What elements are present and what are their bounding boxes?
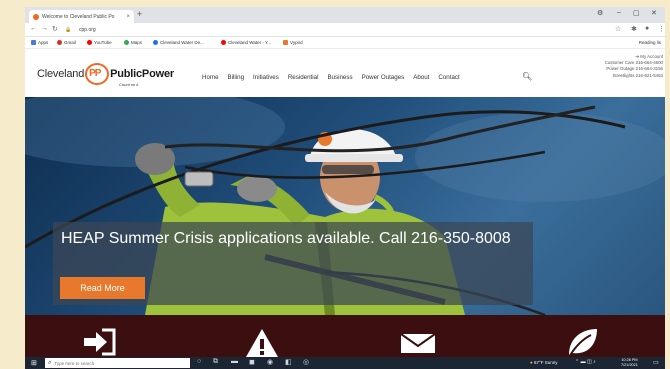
maximize-button[interactable]: ▢ <box>633 9 640 17</box>
read-more-button[interactable]: Read More <box>60 277 145 299</box>
logo-pp-mark: PP <box>85 63 110 85</box>
logo-cleveland: Cleveland <box>37 68 85 80</box>
maps-icon <box>124 40 129 45</box>
site-favicon-icon <box>33 13 39 20</box>
minimize-button[interactable]: – <box>617 9 621 16</box>
envelope-icon[interactable] <box>400 327 436 353</box>
bookmark-maps[interactable]: Maps <box>124 40 142 45</box>
youtube-icon <box>87 40 92 45</box>
sign-in-icon[interactable] <box>82 327 116 357</box>
taskbar-search-input[interactable] <box>54 360 175 366</box>
site-logo[interactable]: Cleveland PP PublicPower Count on it <box>37 63 174 87</box>
extension-icon[interactable]: ✱ <box>631 25 637 33</box>
logo-pp-letters: PP <box>89 68 101 79</box>
file-explorer-icon[interactable]: ▬ <box>231 358 238 365</box>
contact-info: ➜ My Account Customer Care 216-664-4600 … <box>605 54 663 79</box>
new-tab-button[interactable]: + <box>137 10 142 19</box>
site-header: Cleveland PP PublicPower Count on it Hom… <box>25 49 665 97</box>
store-icon[interactable]: ◧ <box>285 358 292 366</box>
teams-icon[interactable]: ◼ <box>249 358 255 366</box>
gmail-icon <box>57 40 62 45</box>
logo-tagline: Count on it <box>119 82 139 87</box>
chrome-icon[interactable]: ◎ <box>303 358 309 366</box>
bookmark-youtube[interactable]: YouTube <box>87 40 112 45</box>
system-tray[interactable]: ⌃ ▬ ◫ ♪ <box>575 359 596 365</box>
lock-icon: 🔒 <box>65 27 72 33</box>
announcement-banner: HEAP Summer Crisis applications availabl… <box>53 222 533 305</box>
nav-about[interactable]: About <box>413 74 429 81</box>
leaf-icon[interactable] <box>565 327 599 357</box>
bookmark-cleveland-water-dept[interactable]: Cleveland Water De... <box>153 40 204 45</box>
reload-icon[interactable]: ↻ <box>52 25 58 33</box>
nav-contact[interactable]: Contact <box>438 74 459 81</box>
tab-title: Welcome to Cleveland Public Po <box>42 13 115 20</box>
quick-links-band <box>25 315 665 357</box>
clock-date: 7/21/2021 <box>621 363 638 367</box>
search-icon: ⌕ <box>48 359 52 366</box>
back-arrow-icon[interactable]: ← <box>30 25 37 32</box>
screen: Welcome to Cleveland Public Po × + ⚙ – ▢… <box>25 7 665 369</box>
url-field[interactable]: cpp.org <box>79 27 96 33</box>
bookmarks-bar: Apps Gmail YouTube Maps Cleveland Water … <box>25 37 665 49</box>
hero-headline: HEAP Summer Crisis applications availabl… <box>61 230 511 247</box>
nav-billing[interactable]: Billing <box>228 74 245 81</box>
water-dept-icon <box>153 40 158 45</box>
menu-kebab-icon[interactable]: ⋮ <box>658 25 665 33</box>
close-window-button[interactable]: ✕ <box>651 9 657 17</box>
youtube-icon <box>221 40 226 45</box>
nav-business[interactable]: Business <box>327 74 352 81</box>
account-icon[interactable]: ● <box>645 25 649 32</box>
profile-icon[interactable]: ⚙ <box>597 9 603 17</box>
bookmark-cleveland-water-youtube[interactable]: Cleveland Water - Y... <box>221 40 271 45</box>
reading-list[interactable]: Reading lis <box>639 40 661 45</box>
vypird-icon <box>283 40 288 45</box>
tab-close-icon[interactable]: × <box>126 14 130 20</box>
taskbar-clock[interactable]: 10:26 PM 7/21/2021 <box>621 358 638 368</box>
taskbar-search[interactable]: ⌕ <box>45 358 190 368</box>
browser-tab-bar: Welcome to Cleveland Public Po × + ⚙ – ▢… <box>25 7 665 23</box>
nav-home[interactable]: Home <box>202 74 219 81</box>
edge-icon[interactable]: ◉ <box>267 358 273 366</box>
warning-icon[interactable] <box>245 327 279 357</box>
start-windows-icon[interactable]: ⊞ <box>31 359 37 367</box>
streetlights-phone: Streetlights 216-621-5463 <box>612 72 663 78</box>
main-nav: Home Billing Initiatives Residential Bus… <box>202 74 469 81</box>
nav-power-outages[interactable]: Power Outages <box>362 74 405 81</box>
task-view-icon[interactable]: ⧉ <box>213 358 218 366</box>
nav-residential[interactable]: Residential <box>288 74 319 81</box>
nav-initiatives[interactable]: Initiatives <box>253 74 279 81</box>
search-icon[interactable]: 🔍︎ <box>522 72 532 81</box>
browser-tab[interactable]: Welcome to Cleveland Public Po × <box>29 10 134 23</box>
apps-grid-icon <box>31 40 36 45</box>
forward-arrow-icon[interactable]: → <box>41 25 48 32</box>
hero-banner: HEAP Summer Crisis applications availabl… <box>25 97 665 315</box>
bookmark-star-icon[interactable]: ☆ <box>615 25 621 33</box>
weather-widget[interactable]: ● 67°F Sunny <box>530 360 558 365</box>
notifications-icon[interactable]: ▭ <box>653 359 659 366</box>
bookmark-gmail[interactable]: Gmail <box>57 40 76 45</box>
bookmark-apps[interactable]: Apps <box>31 40 48 45</box>
cortana-icon[interactable]: ○ <box>197 358 201 365</box>
windows-taskbar: ⊞ ⌕ ○ ⧉ ▬ ◼ ◉ ◧ ◎ ● 67°F Sunny ⌃ ▬ ◫ ♪ 1… <box>25 357 665 369</box>
address-bar: ← → ↻ 🔒 cpp.org ☆ ✱ ● ⋮ <box>25 23 665 37</box>
bookmark-vypird[interactable]: Vypird <box>283 40 303 45</box>
power-outage-phone: Power Outage 216-664-3156 <box>606 66 663 72</box>
logo-public-power: PublicPower <box>110 68 174 80</box>
